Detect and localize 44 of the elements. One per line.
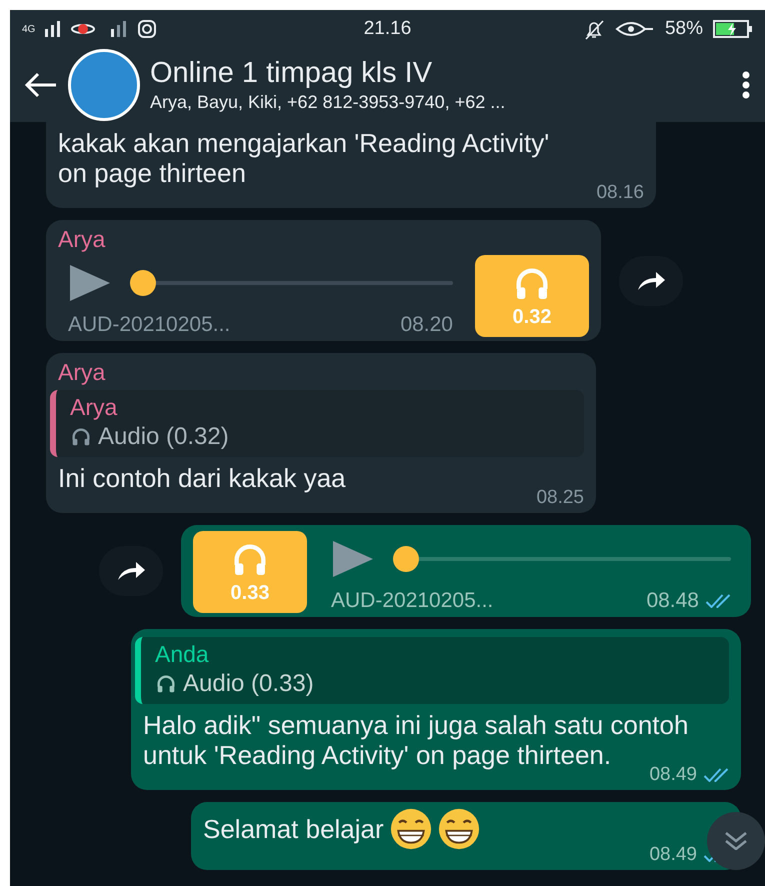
sender-name: Arya (58, 226, 106, 253)
group-members: Arya, Bayu, Kiki, +62 812-3953-9740, +62 ... (150, 92, 506, 113)
scroll-down-button[interactable] (707, 812, 765, 870)
quote-sender: Anda (155, 641, 210, 668)
curved-arrow-icon (638, 272, 664, 290)
quoted-message[interactable]: Anda Audio (0.33) (135, 637, 729, 704)
battery-percentage: 58% (664, 18, 704, 40)
audio-progress-thumb[interactable] (393, 546, 419, 572)
double-chevron-down-icon (725, 832, 747, 850)
message-text: Selamat belajar (203, 813, 384, 844)
play-button[interactable] (68, 263, 112, 303)
status-time: 21.16 (364, 18, 412, 40)
quote-sender: Arya (70, 394, 118, 421)
quote-text: Audio (0.33) (183, 670, 314, 698)
battery-charging-icon (713, 19, 754, 39)
audio-progress-thumb[interactable] (130, 270, 156, 296)
play-button[interactable] (331, 539, 375, 579)
audio-duration: 0.33 (230, 582, 270, 604)
headphones-icon (155, 673, 177, 695)
message-text: Ini contoh dari kakak yaa (58, 463, 346, 493)
message-time: 08.48 (646, 589, 699, 613)
message-time: 08.25 (536, 487, 584, 509)
eye-icon (614, 20, 655, 38)
audio-duration: 0.32 (512, 306, 552, 328)
message-time: 08.20 (400, 313, 453, 337)
audio-filename: AUD-20210205... (331, 589, 494, 613)
sender-name: Arya (58, 359, 106, 386)
network-label: 4G (22, 24, 36, 34)
muted-bell-icon (582, 18, 605, 40)
carrier-logo-icon (71, 21, 96, 37)
message-time: 08.16 (596, 182, 644, 204)
headphones-icon (70, 426, 92, 448)
message-time: 08.49 (649, 844, 697, 866)
quote-text: Audio (0.32) (98, 423, 229, 451)
curved-arrow-icon (118, 562, 144, 580)
back-arrow-icon[interactable] (24, 72, 58, 98)
quoted-message[interactable]: Arya Audio (0.32) (50, 390, 584, 457)
chat-title: Online 1 timpag kls IV (150, 57, 434, 90)
message-text: kakak akan mengajarkan 'Reading Activity' on page thirteen (58, 128, 550, 188)
audio-filename: AUD-20210205... (68, 313, 230, 337)
grinning-emoji-icon (390, 808, 432, 850)
grinning-emoji-icon (438, 808, 480, 850)
more-options-icon[interactable] (741, 70, 751, 100)
camera-app-icon (137, 19, 158, 39)
